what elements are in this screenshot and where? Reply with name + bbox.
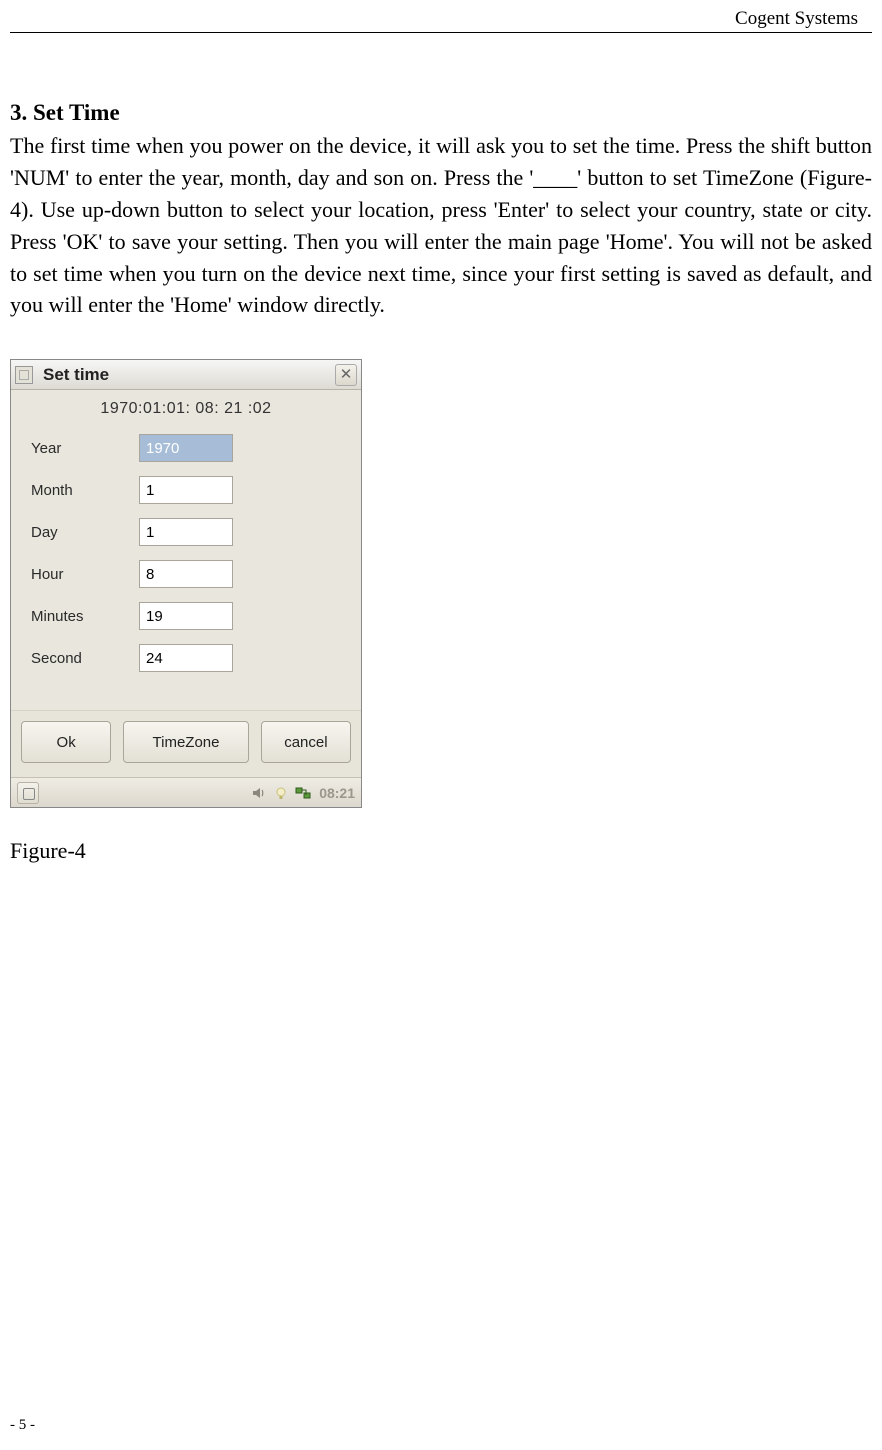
label-day: Day [31, 524, 139, 541]
taskbar: 08:21 [11, 777, 361, 807]
dialog-title: Set time [43, 365, 335, 385]
input-minutes[interactable] [139, 602, 233, 630]
label-minutes: Minutes [31, 608, 139, 625]
form-area: Year Month Day Hour Minutes [11, 434, 361, 710]
volume-icon[interactable] [251, 785, 267, 801]
dialog-titlebar: Set time ✕ [11, 360, 361, 390]
start-button[interactable] [17, 782, 39, 804]
label-year: Year [31, 440, 139, 457]
page-header-company: Cogent Systems [735, 8, 858, 30]
page-number: - 5 - [10, 1417, 35, 1434]
row-minutes: Minutes [31, 602, 347, 630]
row-month: Month [31, 476, 347, 504]
label-month: Month [31, 482, 139, 499]
input-year[interactable] [139, 434, 233, 462]
row-second: Second [31, 644, 347, 672]
screenshot-container: Set time ✕ 1970:01:01: 08: 21 :02 Year M… [10, 359, 362, 808]
timezone-button[interactable]: TimeZone [123, 721, 249, 763]
row-year: Year [31, 434, 347, 462]
dialog-button-row: Ok TimeZone cancel [11, 710, 361, 777]
ok-button[interactable]: Ok [21, 721, 111, 763]
section-paragraph: The first time when you power on the dev… [10, 130, 872, 321]
row-hour: Hour [31, 560, 347, 588]
close-button[interactable]: ✕ [335, 364, 357, 386]
page-content: 3. Set Time The first time when you powe… [10, 100, 872, 864]
cancel-button[interactable]: cancel [261, 721, 351, 763]
taskbar-clock: 08:21 [319, 785, 355, 801]
section-heading: 3. Set Time [10, 100, 872, 126]
window-icon [15, 366, 33, 384]
set-time-dialog: Set time ✕ 1970:01:01: 08: 21 :02 Year M… [10, 359, 362, 808]
network-icon[interactable] [295, 785, 311, 801]
header-rule [10, 32, 872, 33]
close-icon: ✕ [340, 366, 353, 383]
input-hour[interactable] [139, 560, 233, 588]
label-hour: Hour [31, 566, 139, 583]
current-datetime: 1970:01:01: 08: 21 :02 [11, 390, 361, 434]
input-second[interactable] [139, 644, 233, 672]
figure-caption: Figure-4 [10, 838, 872, 864]
input-month[interactable] [139, 476, 233, 504]
row-day: Day [31, 518, 347, 546]
label-second: Second [31, 650, 139, 667]
input-day[interactable] [139, 518, 233, 546]
bulb-icon[interactable] [273, 785, 289, 801]
